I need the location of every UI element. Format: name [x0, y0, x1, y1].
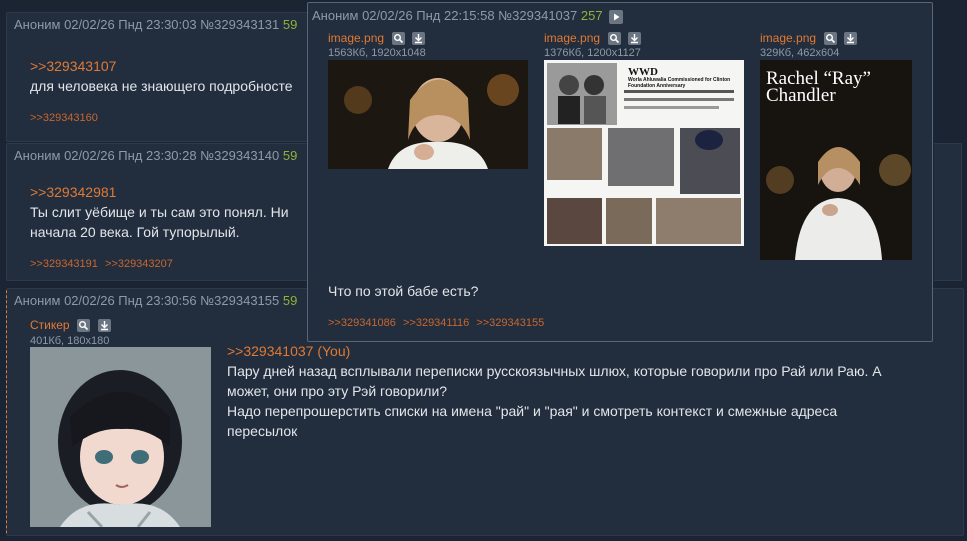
popup-header-text: Аноним 02/02/26 Пнд 22:15:58 №329341037: [312, 8, 578, 23]
file-meta: 1563Кб, 1920x1048: [328, 47, 426, 59]
post-message-line: начала 20 века. Гой тупорылый.: [30, 224, 240, 240]
file-info: image.png: [328, 30, 426, 46]
post-message-line: Ты слит уёбище и ты сам это понял. Ни: [30, 204, 289, 220]
backref-link[interactable]: >>329343207: [105, 258, 173, 270]
post-329343131: Аноним 02/02/26 Пнд 23:30:03 №329343131 …: [6, 12, 312, 142]
popup-backrefs: >>329341086 >>329341116 >>329343155: [328, 317, 548, 329]
popup-header: Аноним 02/02/26 Пнд 22:15:58 №329341037 …: [312, 8, 624, 24]
file-name-link[interactable]: image.png: [544, 31, 600, 45]
image-thumbnail[interactable]: [328, 60, 528, 169]
post-header-text: Аноним 02/02/26 Пнд 23:30:56 №329343155: [14, 293, 280, 308]
file-name-link[interactable]: Стикер: [30, 318, 70, 332]
post-message-line: может, они про эту Рэй говорили?: [227, 383, 448, 399]
search-icon[interactable]: [823, 32, 837, 46]
download-icon[interactable]: [97, 319, 111, 333]
file-info: image.png: [760, 30, 858, 46]
play-icon[interactable]: [609, 9, 624, 24]
backref-link[interactable]: >>329341116: [403, 317, 469, 329]
file-name-link[interactable]: image.png: [760, 31, 816, 45]
sticker-image[interactable]: [30, 347, 211, 527]
poster-title-line-2: Chandler: [766, 85, 836, 106]
post-preview-popup: Аноним 02/02/26 Пнд 22:15:58 №329341037 …: [307, 2, 933, 342]
search-icon[interactable]: [77, 319, 91, 333]
post-message-line: Надо перепрошерстить списки на имена "ра…: [227, 403, 838, 419]
post-backrefs: >>329343160: [30, 112, 102, 124]
backref-link[interactable]: >>329343155: [476, 317, 544, 329]
collage-title: Worla Ahluwalia Commissioned for Clinton…: [628, 77, 731, 89]
post-counter: 59: [282, 148, 298, 163]
post-header: Аноним 02/02/26 Пнд 23:30:56 №329343155 …: [14, 293, 297, 308]
file-meta: 329Кб, 462x604: [760, 47, 840, 59]
post-329343140: Аноним 02/02/26 Пнд 23:30:28 №329343140 …: [6, 143, 312, 281]
post-message-line: Пару дней назад всплывали переписки русс…: [227, 363, 882, 379]
post-header: Аноним 02/02/26 Пнд 23:30:28 №329343140 …: [14, 148, 297, 163]
download-icon[interactable]: [628, 32, 642, 46]
backref-link[interactable]: >>329343191: [30, 258, 98, 270]
post-backrefs: >>329343191 >>329343207: [30, 258, 177, 270]
backref-link[interactable]: >>329341086: [328, 317, 396, 329]
post-counter: 59: [282, 17, 298, 32]
page-edge-strip: [934, 143, 962, 281]
search-icon[interactable]: [391, 32, 405, 46]
reply-link-you[interactable]: >>329341037 (You): [227, 343, 350, 359]
file-meta: 1376Кб, 1200x1127: [544, 47, 641, 59]
reply-link[interactable]: >>329343107: [30, 58, 116, 74]
post-header-text: Аноним 02/02/26 Пнд 23:30:03 №329343131: [14, 17, 280, 32]
popup-counter: 257: [580, 8, 603, 23]
post-header: Аноним 02/02/26 Пнд 23:30:03 №329343131 …: [14, 17, 297, 32]
post-counter: 59: [282, 293, 298, 308]
popup-message: Что по этой бабе есть?: [328, 283, 479, 299]
file-name-link[interactable]: image.png: [328, 31, 384, 45]
image-thumbnail[interactable]: WWD Worla Ahluwalia Commissioned for Cli…: [544, 60, 744, 246]
backref-link[interactable]: >>329343160: [30, 112, 98, 124]
search-icon[interactable]: [607, 32, 621, 46]
post-header-text: Аноним 02/02/26 Пнд 23:30:28 №329343140: [14, 148, 280, 163]
post-message-line: пересылок: [227, 423, 298, 439]
image-thumbnail[interactable]: Rachel “Ray” Chandler: [760, 60, 912, 260]
file-meta: 401Кб, 180x180: [30, 335, 110, 347]
post-message-line: для человека не знающего подробносте: [30, 78, 293, 94]
file-info: Стикер: [30, 317, 111, 333]
file-info: image.png: [544, 30, 642, 46]
reply-link[interactable]: >>329342981: [30, 184, 116, 200]
download-icon[interactable]: [844, 32, 858, 46]
download-icon[interactable]: [412, 32, 426, 46]
